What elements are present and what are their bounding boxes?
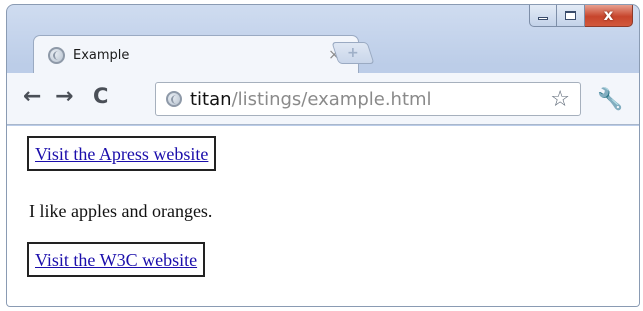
w3c-link[interactable]: Visit the W3C website [35,250,197,270]
wrench-icon[interactable]: 🔧 [597,87,623,112]
apress-link[interactable]: Visit the Apress website [35,144,208,164]
url-host: titan [190,88,232,110]
globe-icon [48,46,65,64]
link-box-apress: Visit the Apress website [27,136,217,171]
url-text: titan/listings/example.html [190,89,432,110]
link-box-w3c: Visit the W3C website [27,242,206,277]
maximize-icon [565,11,576,20]
maximize-button[interactable] [557,5,585,27]
close-icon: x [603,6,614,24]
reload-button[interactable]: C [93,86,108,107]
minimize-icon [538,17,548,20]
back-button[interactable]: ← [23,86,41,108]
paragraph-text: I like apples and oranges. [29,201,213,221]
minimize-button[interactable] [529,5,557,27]
url-path: /listings/example.html [231,88,432,110]
close-button[interactable]: x [585,5,633,27]
globe-icon [166,91,182,107]
toolbar: ← → C titan/listings/example.html ☆ 🔧 [7,73,639,125]
tab-title: Example [73,47,130,63]
page-content: Visit the Apress website I like apples a… [7,126,639,306]
window-controls: x [529,5,633,27]
address-bar[interactable]: titan/listings/example.html ☆ [155,82,581,116]
new-tab-button[interactable]: + [331,42,375,64]
bookmark-star-icon[interactable]: ☆ [550,87,570,112]
forward-button[interactable]: → [55,86,73,108]
browser-window: x Example × + ← → C titan/listings/examp… [6,4,640,307]
plus-icon: + [347,45,359,61]
